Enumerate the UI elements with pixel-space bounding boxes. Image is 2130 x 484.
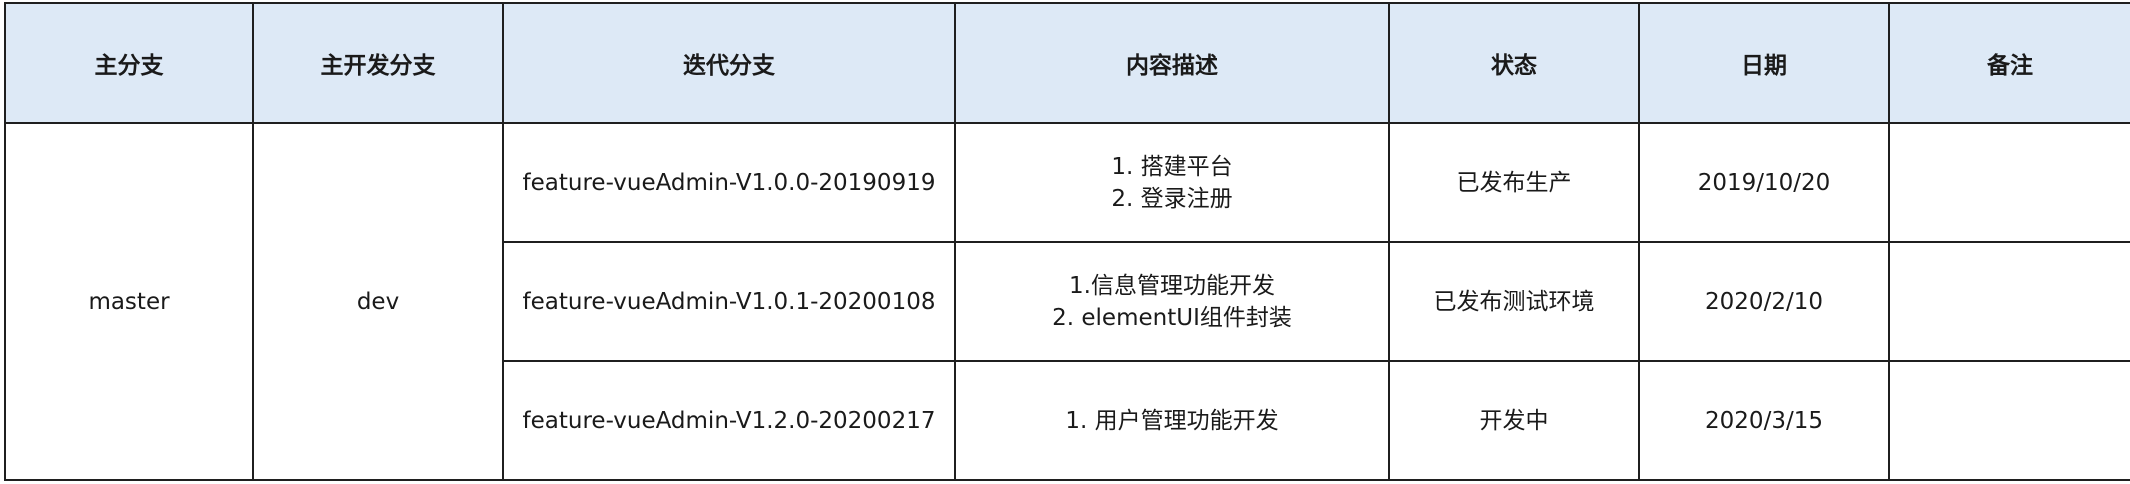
header-dev-branch[interactable]: 主开发分支 bbox=[252, 2, 504, 124]
cell-note[interactable] bbox=[1888, 360, 2130, 481]
cell-note[interactable] bbox=[1888, 122, 2130, 243]
table-header: 主分支 主开发分支 迭代分支 内容描述 状态 日期 备注 bbox=[4, 2, 2130, 124]
table-body: master dev feature-vueAdmin-V1.0.0-20190… bbox=[4, 122, 2130, 481]
header-iteration-branch[interactable]: 迭代分支 bbox=[502, 2, 956, 124]
cell-iteration-branch[interactable]: feature-vueAdmin-V1.0.1-20200108 bbox=[502, 241, 956, 362]
branch-table: 主分支 主开发分支 迭代分支 内容描述 状态 日期 备注 master dev … bbox=[4, 2, 2130, 481]
header-note[interactable]: 备注 bbox=[1888, 2, 2130, 124]
cell-description[interactable]: 1.信息管理功能开发 2. elementUI组件封装 bbox=[954, 241, 1390, 362]
cell-date[interactable]: 2020/2/10 bbox=[1638, 241, 1890, 362]
header-main-branch[interactable]: 主分支 bbox=[4, 2, 254, 124]
cell-iteration-branch[interactable]: feature-vueAdmin-V1.2.0-20200217 bbox=[502, 360, 956, 481]
cell-note[interactable] bbox=[1888, 241, 2130, 362]
cell-description[interactable]: 1. 搭建平台 2. 登录注册 bbox=[954, 122, 1390, 243]
description-line: 2. 登录注册 bbox=[1111, 185, 1233, 212]
cell-status[interactable]: 开发中 bbox=[1388, 360, 1640, 481]
cell-dev-branch[interactable]: dev bbox=[252, 122, 504, 481]
description-line: 1. 用户管理功能开发 bbox=[1065, 407, 1279, 434]
header-status[interactable]: 状态 bbox=[1388, 2, 1640, 124]
header-description[interactable]: 内容描述 bbox=[954, 2, 1390, 124]
header-row: 主分支 主开发分支 迭代分支 内容描述 状态 日期 备注 bbox=[4, 2, 2130, 124]
header-date[interactable]: 日期 bbox=[1638, 2, 1890, 124]
table-row: master dev feature-vueAdmin-V1.0.0-20190… bbox=[4, 122, 2130, 481]
cell-status[interactable]: 已发布测试环境 bbox=[1388, 241, 1640, 362]
cell-date[interactable]: 2020/3/15 bbox=[1638, 360, 1890, 481]
description-line: 1. 搭建平台 bbox=[1111, 153, 1233, 180]
cell-description[interactable]: 1. 用户管理功能开发 bbox=[954, 360, 1390, 481]
cell-iteration-branch[interactable]: feature-vueAdmin-V1.0.0-20190919 bbox=[502, 122, 956, 243]
spreadsheet-area: 主分支 主开发分支 迭代分支 内容描述 状态 日期 备注 master dev … bbox=[0, 0, 2130, 484]
cell-main-branch[interactable]: master bbox=[4, 122, 254, 481]
cell-status[interactable]: 已发布生产 bbox=[1388, 122, 1640, 243]
cell-date[interactable]: 2019/10/20 bbox=[1638, 122, 1890, 243]
description-line: 1.信息管理功能开发 bbox=[1069, 272, 1275, 299]
description-line: 2. elementUI组件封装 bbox=[1052, 304, 1292, 331]
